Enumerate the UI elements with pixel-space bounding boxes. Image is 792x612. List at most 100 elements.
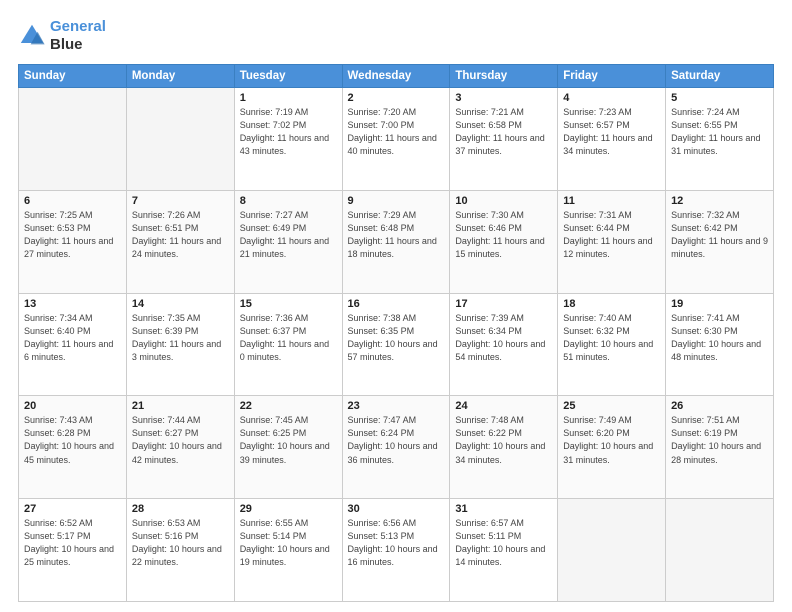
day-number: 26: [671, 400, 768, 412]
calendar-day-cell: [558, 499, 666, 602]
calendar-day-cell: 30 Sunrise: 6:56 AMSunset: 5:13 PMDayligh…: [342, 499, 450, 602]
calendar-week-row: 1Sunrise: 7:19 AMSunset: 7:02 PMDaylight…: [19, 88, 774, 191]
calendar-day-cell: 6 Sunrise: 7:25 AMSunset: 6:53 PMDaylight…: [19, 190, 127, 293]
day-number: 5: [671, 92, 768, 104]
calendar-day-cell: 3 Sunrise: 7:21 AMSunset: 6:58 PMDaylight…: [450, 88, 558, 191]
day-number: 16: [348, 298, 445, 310]
day-info: Sunrise: 6:55 AMSunset: 5:14 PMDaylight:…: [240, 517, 337, 569]
weekday-header-monday: Monday: [126, 65, 234, 88]
day-number: 27: [24, 503, 121, 515]
calendar-day-cell: 7 Sunrise: 7:26 AMSunset: 6:51 PMDaylight…: [126, 190, 234, 293]
day-number: 3: [455, 92, 552, 104]
day-number: 17: [455, 298, 552, 310]
day-number: 11: [563, 195, 660, 207]
day-info: Sunrise: 7:30 AMSunset: 6:46 PMDaylight:…: [455, 209, 552, 261]
day-info: Sunrise: 7:35 AMSunset: 6:39 PMDaylight:…: [132, 312, 229, 364]
day-number: 15: [240, 298, 337, 310]
day-info: Sunrise: 7:48 AMSunset: 6:22 PMDaylight:…: [455, 414, 552, 466]
day-info: Sunrise: 7:23 AMSunset: 6:57 PMDaylight:…: [563, 106, 660, 158]
logo-text: General Blue: [50, 18, 106, 54]
day-info: Sunrise: 7:34 AMSunset: 6:40 PMDaylight:…: [24, 312, 121, 364]
day-number: 21: [132, 400, 229, 412]
weekday-header-thursday: Thursday: [450, 65, 558, 88]
day-info: Sunrise: 7:32 AMSunset: 6:42 PMDaylight:…: [671, 209, 768, 261]
calendar-table: SundayMondayTuesdayWednesdayThursdayFrid…: [18, 64, 774, 602]
day-number: 20: [24, 400, 121, 412]
weekday-header-wednesday: Wednesday: [342, 65, 450, 88]
calendar-day-cell: 24 Sunrise: 7:48 AMSunset: 6:22 PMDayligh…: [450, 396, 558, 499]
day-info: Sunrise: 7:25 AMSunset: 6:53 PMDaylight:…: [24, 209, 121, 261]
logo-icon: [18, 22, 46, 50]
weekday-header-row: SundayMondayTuesdayWednesdayThursdayFrid…: [19, 65, 774, 88]
weekday-header-tuesday: Tuesday: [234, 65, 342, 88]
day-info: Sunrise: 7:24 AMSunset: 6:55 PMDaylight:…: [671, 106, 768, 158]
day-info: Sunrise: 7:36 AMSunset: 6:37 PMDaylight:…: [240, 312, 337, 364]
calendar-day-cell: 8 Sunrise: 7:27 AMSunset: 6:49 PMDaylight…: [234, 190, 342, 293]
day-info: Sunrise: 7:40 AMSunset: 6:32 PMDaylight:…: [563, 312, 660, 364]
logo: General Blue: [18, 18, 106, 54]
calendar-day-cell: 18Sunrise: 7:40 AMSunset: 6:32 PMDayligh…: [558, 293, 666, 396]
calendar-day-cell: 28 Sunrise: 6:53 AMSunset: 5:16 PMDayligh…: [126, 499, 234, 602]
day-number: 29: [240, 503, 337, 515]
day-number: 13: [24, 298, 121, 310]
day-info: Sunrise: 7:51 AMSunset: 6:19 PMDaylight:…: [671, 414, 768, 466]
day-info: Sunrise: 7:21 AMSunset: 6:58 PMDaylight:…: [455, 106, 552, 158]
day-number: 31: [455, 503, 552, 515]
calendar-day-cell: 16Sunrise: 7:38 AMSunset: 6:35 PMDayligh…: [342, 293, 450, 396]
calendar-day-cell: 17 Sunrise: 7:39 AMSunset: 6:34 PMDayligh…: [450, 293, 558, 396]
calendar-week-row: 20 Sunrise: 7:43 AMSunset: 6:28 PMDayligh…: [19, 396, 774, 499]
day-number: 22: [240, 400, 337, 412]
day-info: Sunrise: 7:27 AMSunset: 6:49 PMDaylight:…: [240, 209, 337, 261]
page-header: General Blue: [18, 18, 774, 54]
calendar-day-cell: [126, 88, 234, 191]
calendar-day-cell: [19, 88, 127, 191]
calendar-day-cell: 5 Sunrise: 7:24 AMSunset: 6:55 PMDaylight…: [666, 88, 774, 191]
calendar-day-cell: 27 Sunrise: 6:52 AMSunset: 5:17 PMDayligh…: [19, 499, 127, 602]
day-number: 30: [348, 503, 445, 515]
day-info: Sunrise: 6:56 AMSunset: 5:13 PMDaylight:…: [348, 517, 445, 569]
day-info: Sunrise: 6:52 AMSunset: 5:17 PMDaylight:…: [24, 517, 121, 569]
day-info: Sunrise: 7:43 AMSunset: 6:28 PMDaylight:…: [24, 414, 121, 466]
calendar-day-cell: 9 Sunrise: 7:29 AMSunset: 6:48 PMDaylight…: [342, 190, 450, 293]
day-info: Sunrise: 7:20 AMSunset: 7:00 PMDaylight:…: [348, 106, 445, 158]
day-info: Sunrise: 7:39 AMSunset: 6:34 PMDaylight:…: [455, 312, 552, 364]
day-info: Sunrise: 7:47 AMSunset: 6:24 PMDaylight:…: [348, 414, 445, 466]
day-number: 2: [348, 92, 445, 104]
day-number: 1: [240, 92, 337, 104]
day-number: 28: [132, 503, 229, 515]
calendar-day-cell: 25Sunrise: 7:49 AMSunset: 6:20 PMDayligh…: [558, 396, 666, 499]
calendar-day-cell: 2 Sunrise: 7:20 AMSunset: 7:00 PMDaylight…: [342, 88, 450, 191]
calendar-day-cell: 14Sunrise: 7:35 AMSunset: 6:39 PMDayligh…: [126, 293, 234, 396]
calendar-day-cell: [666, 499, 774, 602]
calendar-day-cell: 4 Sunrise: 7:23 AMSunset: 6:57 PMDaylight…: [558, 88, 666, 191]
calendar-day-cell: 22 Sunrise: 7:45 AMSunset: 6:25 PMDayligh…: [234, 396, 342, 499]
calendar-week-row: 27 Sunrise: 6:52 AMSunset: 5:17 PMDayligh…: [19, 499, 774, 602]
day-info: Sunrise: 7:45 AMSunset: 6:25 PMDaylight:…: [240, 414, 337, 466]
calendar-day-cell: 15 Sunrise: 7:36 AMSunset: 6:37 PMDayligh…: [234, 293, 342, 396]
calendar-day-cell: 12 Sunrise: 7:32 AMSunset: 6:42 PMDayligh…: [666, 190, 774, 293]
calendar-week-row: 6 Sunrise: 7:25 AMSunset: 6:53 PMDaylight…: [19, 190, 774, 293]
day-number: 9: [348, 195, 445, 207]
day-info: Sunrise: 6:57 AMSunset: 5:11 PMDaylight:…: [455, 517, 552, 569]
day-info: Sunrise: 6:53 AMSunset: 5:16 PMDaylight:…: [132, 517, 229, 569]
day-number: 4: [563, 92, 660, 104]
day-number: 10: [455, 195, 552, 207]
day-info: Sunrise: 7:29 AMSunset: 6:48 PMDaylight:…: [348, 209, 445, 261]
calendar-day-cell: 10 Sunrise: 7:30 AMSunset: 6:46 PMDayligh…: [450, 190, 558, 293]
calendar-day-cell: 29 Sunrise: 6:55 AMSunset: 5:14 PMDayligh…: [234, 499, 342, 602]
day-number: 23: [348, 400, 445, 412]
day-number: 7: [132, 195, 229, 207]
day-number: 6: [24, 195, 121, 207]
calendar-day-cell: 11Sunrise: 7:31 AMSunset: 6:44 PMDayligh…: [558, 190, 666, 293]
day-number: 19: [671, 298, 768, 310]
calendar-day-cell: 26 Sunrise: 7:51 AMSunset: 6:19 PMDayligh…: [666, 396, 774, 499]
day-number: 24: [455, 400, 552, 412]
day-info: Sunrise: 7:41 AMSunset: 6:30 PMDaylight:…: [671, 312, 768, 364]
weekday-header-friday: Friday: [558, 65, 666, 88]
calendar-day-cell: 21Sunrise: 7:44 AMSunset: 6:27 PMDayligh…: [126, 396, 234, 499]
day-info: Sunrise: 7:26 AMSunset: 6:51 PMDaylight:…: [132, 209, 229, 261]
calendar-day-cell: 23 Sunrise: 7:47 AMSunset: 6:24 PMDayligh…: [342, 396, 450, 499]
day-info: Sunrise: 7:49 AMSunset: 6:20 PMDaylight:…: [563, 414, 660, 466]
day-number: 8: [240, 195, 337, 207]
day-number: 12: [671, 195, 768, 207]
